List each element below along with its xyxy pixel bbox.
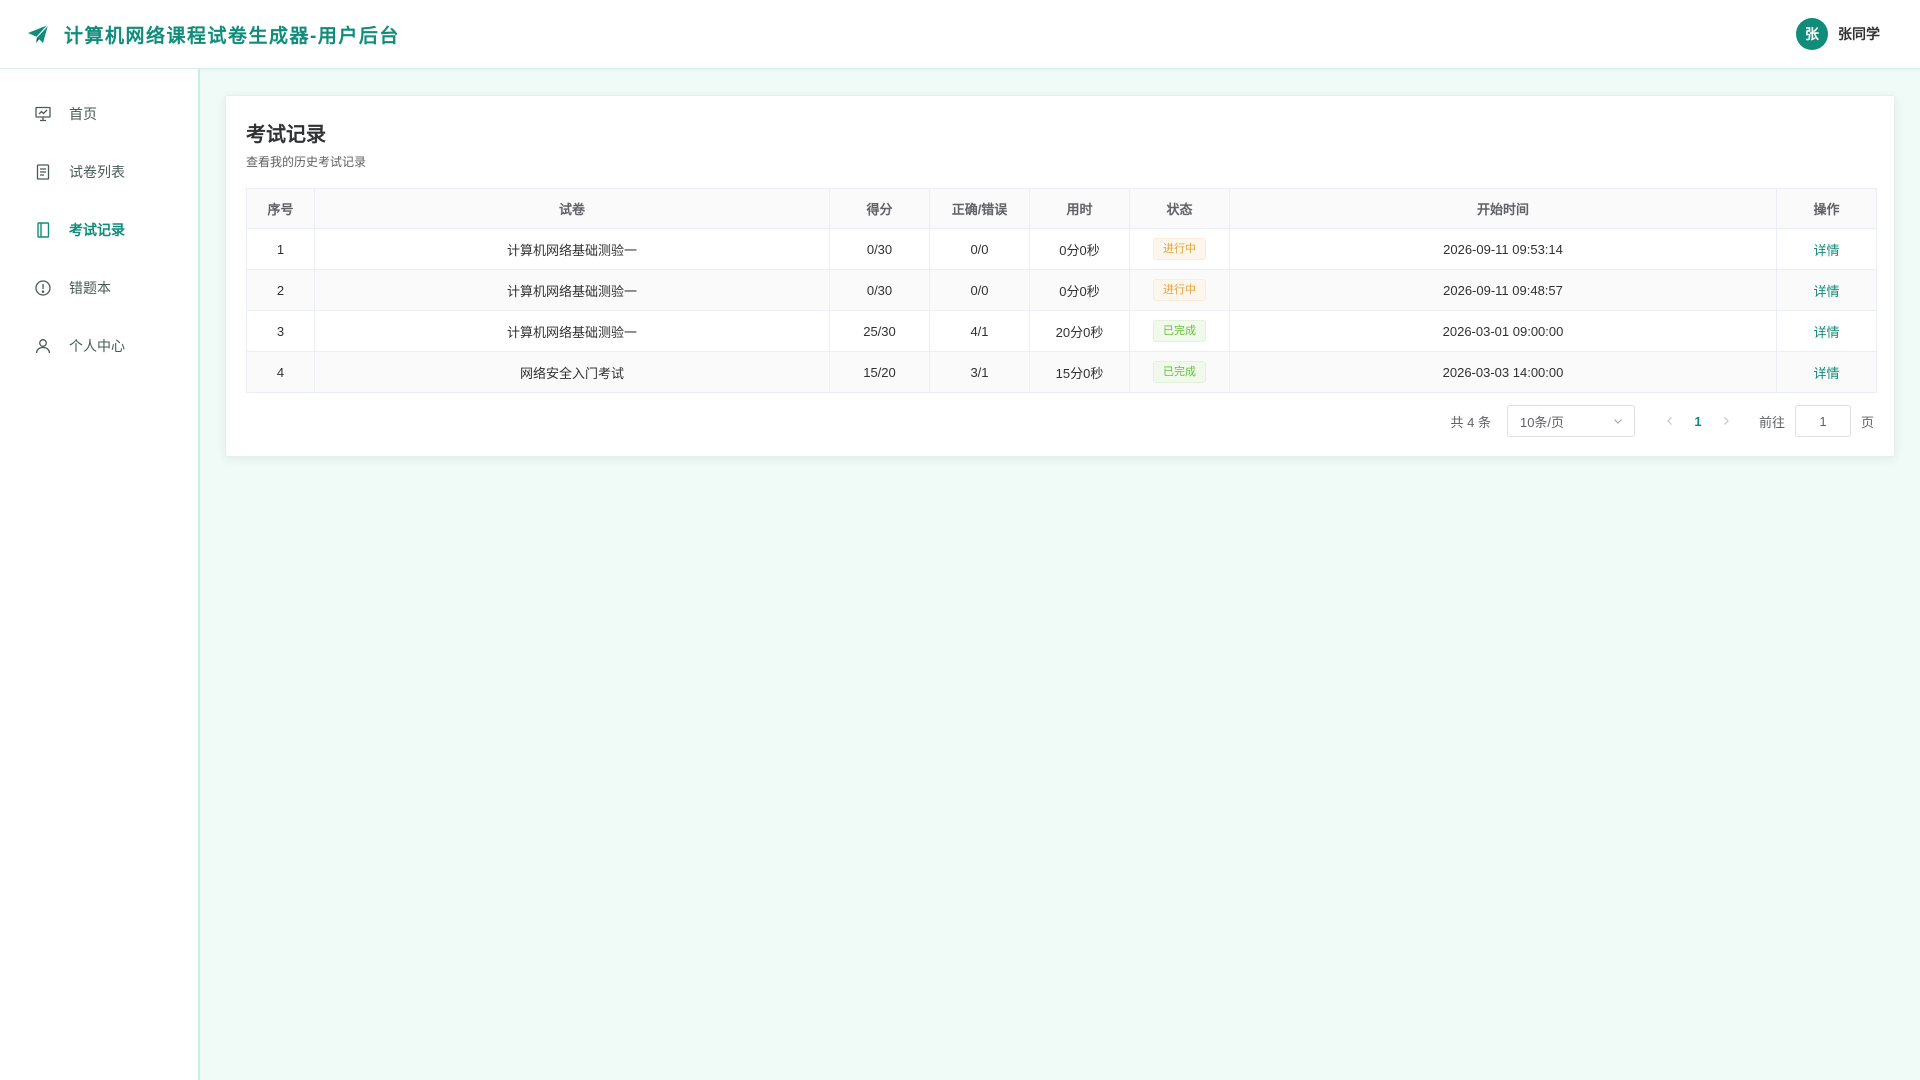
document-icon xyxy=(34,163,52,181)
sidebar-item-wrong-book[interactable]: 错题本 xyxy=(0,259,198,317)
exam-records-card: 考试记录 查看我的历史考试记录 序号 试卷 得分 正确/错误 用时 状态 开始时… xyxy=(225,95,1895,457)
brand: 计算机网络课程试卷生成器-用户后台 xyxy=(26,21,400,48)
cell-index: 1 xyxy=(246,228,315,270)
cell-action: 详情 xyxy=(1776,269,1877,311)
status-badge: 已完成 xyxy=(1153,361,1206,383)
user-icon xyxy=(34,337,52,355)
cell-status: 进行中 xyxy=(1129,269,1230,311)
table-row: 4 网络安全入门考试 15/20 3/1 15分0秒 已完成 2026-03-0… xyxy=(246,351,1877,393)
avatar[interactable]: 张 xyxy=(1796,18,1828,50)
cell-score: 15/20 xyxy=(829,351,930,393)
chevron-right-icon xyxy=(1724,417,1729,425)
table-header-row: 序号 试卷 得分 正确/错误 用时 状态 开始时间 操作 xyxy=(246,188,1877,229)
page-subtitle: 查看我的历史考试记录 xyxy=(246,155,367,169)
cell-action: 详情 xyxy=(1776,351,1877,393)
sidebar-item-profile[interactable]: 个人中心 xyxy=(0,317,198,375)
app-title: 计算机网络课程试卷生成器-用户后台 xyxy=(64,25,400,47)
cell-score: 0/30 xyxy=(829,269,930,311)
cell-duration: 0分0秒 xyxy=(1029,228,1130,270)
cell-correct-wrong: 4/1 xyxy=(929,310,1030,352)
next-page-button[interactable] xyxy=(1713,407,1739,435)
column-header: 操作 xyxy=(1776,188,1877,229)
user-menu[interactable]: 张 张同学 xyxy=(1796,18,1880,50)
sidebar-item-paper-list[interactable]: 试卷列表 xyxy=(0,143,198,201)
column-header: 用时 xyxy=(1029,188,1130,229)
sidebar-item-label: 试卷列表 xyxy=(69,164,125,180)
page-number-current[interactable]: 1 xyxy=(1683,414,1713,429)
prev-page-button[interactable] xyxy=(1657,407,1683,435)
goto-label: 前往 xyxy=(1758,414,1785,430)
detail-link[interactable]: 详情 xyxy=(1813,284,1839,299)
cell-start-time: 2026-03-01 09:00:00 xyxy=(1229,310,1777,352)
table-row: 1 计算机网络基础测验一 0/30 0/0 0分0秒 进行中 2026-09-1… xyxy=(246,228,1877,270)
detail-link[interactable]: 详情 xyxy=(1813,366,1839,381)
cell-paper: 计算机网络基础测验一 xyxy=(314,269,830,311)
cell-correct-wrong: 0/0 xyxy=(929,228,1030,270)
column-header: 开始时间 xyxy=(1229,188,1777,229)
cell-action: 详情 xyxy=(1776,228,1877,270)
cell-action: 详情 xyxy=(1776,310,1877,352)
chevron-down-icon xyxy=(1612,415,1624,427)
cell-start-time: 2026-09-11 09:48:57 xyxy=(1229,269,1777,311)
sidebar-item-label: 个人中心 xyxy=(69,338,125,354)
page-size-value: 10条/页 xyxy=(1519,414,1565,430)
cell-index: 3 xyxy=(246,310,315,352)
notebook-icon xyxy=(34,221,52,239)
cell-start-time: 2026-09-11 09:53:14 xyxy=(1229,228,1777,270)
cell-duration: 0分0秒 xyxy=(1029,269,1130,311)
sidebar-item-home[interactable]: 首页 xyxy=(0,85,198,143)
cell-index: 4 xyxy=(246,351,315,393)
table-row: 2 计算机网络基础测验一 0/30 0/0 0分0秒 进行中 2026-09-1… xyxy=(246,269,1877,311)
pagination-total: 共 4 条 xyxy=(1450,414,1491,430)
column-header: 序号 xyxy=(246,188,315,229)
column-header: 试卷 xyxy=(314,188,830,229)
cell-duration: 20分0秒 xyxy=(1029,310,1130,352)
cell-status: 已完成 xyxy=(1129,310,1230,352)
pagination: 共 4 条 10条/页 1 前往 页 xyxy=(1450,405,1874,437)
page-title: 考试记录 xyxy=(246,124,326,146)
cell-duration: 15分0秒 xyxy=(1029,351,1130,393)
user-name[interactable]: 张同学 xyxy=(1838,24,1880,44)
sidebar: 首页 试卷列表 考试记录 错题本 个人中心 xyxy=(0,69,200,1080)
cell-start-time: 2026-03-03 14:00:00 xyxy=(1229,351,1777,393)
sidebar-item-label: 首页 xyxy=(69,106,97,122)
cell-status: 已完成 xyxy=(1129,351,1230,393)
goto-suffix: 页 xyxy=(1860,414,1874,430)
chevron-left-icon xyxy=(1667,417,1672,425)
alert-circle-icon xyxy=(34,279,52,297)
detail-link[interactable]: 详情 xyxy=(1813,243,1839,258)
status-badge: 进行中 xyxy=(1153,279,1206,301)
column-header: 正确/错误 xyxy=(929,188,1030,229)
paper-plane-icon xyxy=(26,22,50,46)
sidebar-item-exam-records[interactable]: 考试记录 xyxy=(0,201,198,259)
sidebar-item-label: 错题本 xyxy=(69,280,111,296)
cell-status: 进行中 xyxy=(1129,228,1230,270)
cell-paper: 计算机网络基础测验一 xyxy=(314,228,830,270)
table-row: 3 计算机网络基础测验一 25/30 4/1 20分0秒 已完成 2026-03… xyxy=(246,310,1877,352)
presentation-icon xyxy=(34,105,52,123)
cell-paper: 网络安全入门考试 xyxy=(314,351,830,393)
sidebar-item-label: 考试记录 xyxy=(69,222,125,238)
detail-link[interactable]: 详情 xyxy=(1813,325,1839,340)
exam-records-table: 序号 试卷 得分 正确/错误 用时 状态 开始时间 操作 1 计算机网络基础测验… xyxy=(246,188,1877,393)
cell-score: 25/30 xyxy=(829,310,930,352)
cell-score: 0/30 xyxy=(829,228,930,270)
column-header: 状态 xyxy=(1129,188,1230,229)
column-header: 得分 xyxy=(829,188,930,229)
top-header: 计算机网络课程试卷生成器-用户后台 张 张同学 xyxy=(0,0,1920,69)
cell-correct-wrong: 3/1 xyxy=(929,351,1030,393)
cell-paper: 计算机网络基础测验一 xyxy=(314,310,830,352)
goto-page-input[interactable] xyxy=(1794,405,1851,437)
page-size-select[interactable]: 10条/页 xyxy=(1506,405,1635,437)
status-badge: 进行中 xyxy=(1153,238,1206,260)
cell-index: 2 xyxy=(246,269,315,311)
status-badge: 已完成 xyxy=(1153,320,1206,342)
cell-correct-wrong: 0/0 xyxy=(929,269,1030,311)
